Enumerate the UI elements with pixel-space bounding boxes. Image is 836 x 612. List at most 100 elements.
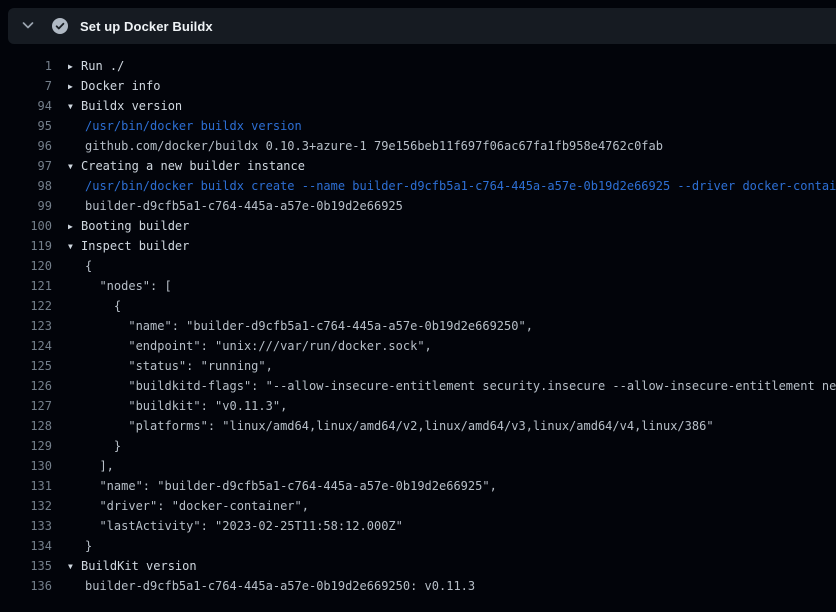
group-label: Inspect builder bbox=[81, 239, 189, 253]
line-number[interactable]: 126 bbox=[0, 376, 52, 396]
log-line: 133 "lastActivity": "2023-02-25T11:58:12… bbox=[0, 516, 836, 536]
line-number[interactable]: 100 bbox=[0, 216, 52, 236]
triangle-expanded-icon: ▼ bbox=[68, 557, 79, 576]
group-content: ▶Booting builder bbox=[68, 216, 836, 236]
log-output: 1▶Run ./7▶Docker info94▼Buildx version95… bbox=[0, 44, 836, 596]
line-number[interactable]: 120 bbox=[0, 256, 52, 276]
group-label: Docker info bbox=[81, 79, 160, 93]
line-number[interactable]: 119 bbox=[0, 236, 52, 256]
triangle-expanded-icon: ▼ bbox=[68, 97, 79, 116]
line-number[interactable]: 1 bbox=[0, 56, 52, 76]
log-group-row[interactable]: 1 ▶Run ./ bbox=[0, 56, 836, 76]
line-number[interactable]: 129 bbox=[0, 436, 52, 456]
output-text: { bbox=[68, 256, 836, 276]
command-text: /usr/bin/docker buildx version bbox=[68, 116, 836, 136]
log-line: 123 "name": "builder-d9cfb5a1-c764-445a-… bbox=[0, 316, 836, 336]
output-text: builder-d9cfb5a1-c764-445a-a57e-0b19d2e6… bbox=[68, 576, 836, 596]
log-line: 121 "nodes": [ bbox=[0, 276, 836, 296]
output-text: "status": "running", bbox=[68, 356, 836, 376]
line-number[interactable]: 132 bbox=[0, 496, 52, 516]
line-number[interactable]: 121 bbox=[0, 276, 52, 296]
log-line: 99 builder-d9cfb5a1-c764-445a-a57e-0b19d2… bbox=[0, 196, 836, 216]
log-line: 129 } bbox=[0, 436, 836, 456]
line-number[interactable]: 128 bbox=[0, 416, 52, 436]
output-text: "nodes": [ bbox=[68, 276, 836, 296]
line-number[interactable]: 122 bbox=[0, 296, 52, 316]
output-text: "name": "builder-d9cfb5a1-c764-445a-a57e… bbox=[68, 316, 836, 336]
output-text: { bbox=[68, 296, 836, 316]
log-line: 128 "platforms": "linux/amd64,linux/amd6… bbox=[0, 416, 836, 436]
triangle-collapsed-icon: ▶ bbox=[68, 217, 79, 236]
line-number[interactable]: 96 bbox=[0, 136, 52, 156]
triangle-expanded-icon: ▼ bbox=[68, 237, 79, 256]
chevron-down-icon bbox=[20, 17, 36, 36]
log-line: 125 "status": "running", bbox=[0, 356, 836, 376]
log-line: 136 builder-d9cfb5a1-c764-445a-a57e-0b19d… bbox=[0, 576, 836, 596]
line-number[interactable]: 125 bbox=[0, 356, 52, 376]
log-group-row[interactable]: 100 ▶Booting builder bbox=[0, 216, 836, 236]
command-text: /usr/bin/docker buildx create --name bui… bbox=[68, 176, 836, 196]
output-text: "buildkitd-flags": "--allow-insecure-ent… bbox=[68, 376, 836, 396]
output-text: } bbox=[68, 436, 836, 456]
output-text: builder-d9cfb5a1-c764-445a-a57e-0b19d2e6… bbox=[68, 196, 836, 216]
output-text: github.com/docker/buildx 0.10.3+azure-1 … bbox=[68, 136, 836, 156]
output-text: ], bbox=[68, 456, 836, 476]
group-label: Booting builder bbox=[81, 219, 189, 233]
log-line: 120 { bbox=[0, 256, 836, 276]
line-number[interactable]: 94 bbox=[0, 96, 52, 116]
line-number[interactable]: 124 bbox=[0, 336, 52, 356]
log-group-row[interactable]: 7 ▶Docker info bbox=[0, 76, 836, 96]
log-line: 96 github.com/docker/buildx 0.10.3+azure-… bbox=[0, 136, 836, 156]
line-number[interactable]: 123 bbox=[0, 316, 52, 336]
line-number[interactable]: 136 bbox=[0, 576, 52, 596]
line-number[interactable]: 7 bbox=[0, 76, 52, 96]
line-number[interactable]: 133 bbox=[0, 516, 52, 536]
group-content: ▶Run ./ bbox=[68, 56, 836, 76]
output-text: "lastActivity": "2023-02-25T11:58:12.000… bbox=[68, 516, 836, 536]
output-text: "name": "builder-d9cfb5a1-c764-445a-a57e… bbox=[68, 476, 836, 496]
group-label: BuildKit version bbox=[81, 559, 197, 573]
check-circle-icon bbox=[52, 18, 68, 34]
output-text: "platforms": "linux/amd64,linux/amd64/v2… bbox=[68, 416, 836, 436]
log-line: 127 "buildkit": "v0.11.3", bbox=[0, 396, 836, 416]
collapse-step-button[interactable] bbox=[14, 12, 42, 40]
log-group-row[interactable]: 135 ▼BuildKit version bbox=[0, 556, 836, 576]
log-group-row[interactable]: 97 ▼Creating a new builder instance bbox=[0, 156, 836, 176]
log-line: 134} bbox=[0, 536, 836, 556]
output-text: "endpoint": "unix:///var/run/docker.sock… bbox=[68, 336, 836, 356]
log-line: 131 "name": "builder-d9cfb5a1-c764-445a-… bbox=[0, 476, 836, 496]
log-line: 95/usr/bin/docker buildx version bbox=[0, 116, 836, 136]
line-number[interactable]: 99 bbox=[0, 196, 52, 216]
log-line: 122 { bbox=[0, 296, 836, 316]
group-content: ▶Docker info bbox=[68, 76, 836, 96]
line-number[interactable]: 135 bbox=[0, 556, 52, 576]
log-line: 126 "buildkitd-flags": "--allow-insecure… bbox=[0, 376, 836, 396]
group-label: Creating a new builder instance bbox=[81, 159, 305, 173]
log-group-row[interactable]: 94 ▼Buildx version bbox=[0, 96, 836, 116]
group-label: Buildx version bbox=[81, 99, 182, 113]
step-title: Set up Docker Buildx bbox=[80, 19, 213, 34]
line-number[interactable]: 127 bbox=[0, 396, 52, 416]
group-content: ▼BuildKit version bbox=[68, 556, 836, 576]
group-content: ▼Buildx version bbox=[68, 96, 836, 116]
output-text: "buildkit": "v0.11.3", bbox=[68, 396, 836, 416]
log-line: 98/usr/bin/docker buildx create --name b… bbox=[0, 176, 836, 196]
line-number[interactable]: 98 bbox=[0, 176, 52, 196]
group-content: ▼Creating a new builder instance bbox=[68, 156, 836, 176]
line-number[interactable]: 95 bbox=[0, 116, 52, 136]
output-text: } bbox=[68, 536, 836, 556]
log-line: 132 "driver": "docker-container", bbox=[0, 496, 836, 516]
triangle-expanded-icon: ▼ bbox=[68, 157, 79, 176]
line-number[interactable]: 131 bbox=[0, 476, 52, 496]
group-label: Run ./ bbox=[81, 59, 124, 73]
group-content: ▼Inspect builder bbox=[68, 236, 836, 256]
line-number[interactable]: 97 bbox=[0, 156, 52, 176]
line-number[interactable]: 134 bbox=[0, 536, 52, 556]
line-number[interactable]: 130 bbox=[0, 456, 52, 476]
log-group-row[interactable]: 119 ▼Inspect builder bbox=[0, 236, 836, 256]
log-line: 124 "endpoint": "unix:///var/run/docker.… bbox=[0, 336, 836, 356]
log-line: 130 ], bbox=[0, 456, 836, 476]
step-header[interactable]: Set up Docker Buildx bbox=[8, 8, 836, 44]
triangle-collapsed-icon: ▶ bbox=[68, 57, 79, 76]
output-text: "driver": "docker-container", bbox=[68, 496, 836, 516]
